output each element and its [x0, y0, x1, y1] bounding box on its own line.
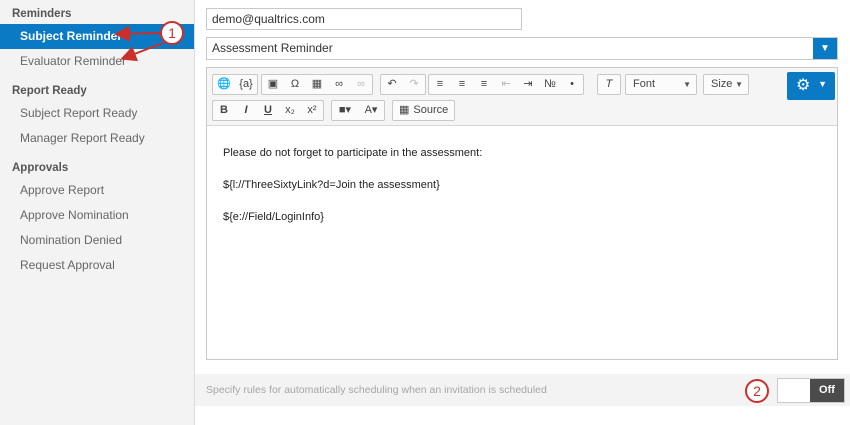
annotation-arrows — [114, 25, 164, 62]
annotation-arrow — [120, 42, 164, 62]
annotation-marker-1: 1 — [160, 21, 184, 45]
annotation-arrow — [114, 25, 162, 42]
annotation-marker-2: 2 — [745, 379, 769, 403]
